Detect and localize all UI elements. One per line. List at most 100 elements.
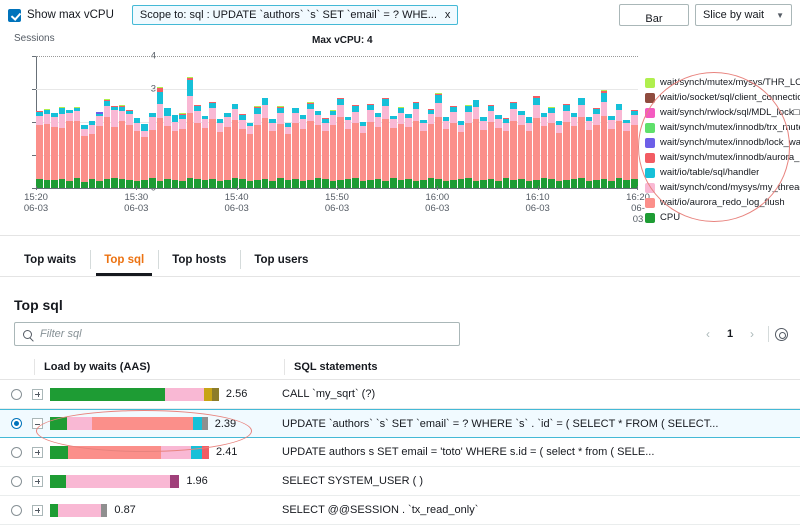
legend-item[interactable]: wait/synch/mutex/innodb/aurora_lock	[645, 151, 800, 164]
chart-bar[interactable]	[556, 121, 563, 188]
chart-bar[interactable]	[390, 116, 397, 188]
chart-bar[interactable]	[202, 116, 209, 188]
chart-bar[interactable]	[398, 107, 405, 188]
chart-bar[interactable]	[74, 107, 81, 188]
chart-bar[interactable]	[141, 124, 148, 188]
sql-statement-cell[interactable]: SELECT @@SESSION . `tx_read_only`	[272, 504, 800, 516]
row-radio-button[interactable]	[11, 418, 22, 429]
gear-icon[interactable]	[775, 328, 788, 341]
chart-bar[interactable]	[571, 113, 578, 188]
chart-bar[interactable]	[593, 108, 600, 188]
previous-page-button[interactable]: ‹	[698, 324, 718, 344]
scope-filter-pill[interactable]: Scope to: sql : UPDATE `authors` `s` SET…	[132, 5, 458, 25]
next-page-button[interactable]: ›	[742, 324, 762, 344]
chart-bar[interactable]	[578, 98, 585, 188]
chart-bar[interactable]	[533, 96, 540, 188]
legend-item[interactable]: CPU	[645, 211, 800, 224]
chart-bar[interactable]	[187, 77, 194, 188]
sql-statement-cell[interactable]: UPDATE `authors` `s` SET `email` = ? WHE…	[272, 418, 800, 430]
chart-bar[interactable]	[217, 119, 224, 188]
chart-bar[interactable]	[495, 115, 502, 188]
chart-bar[interactable]	[601, 90, 608, 188]
checkbox-box[interactable]	[8, 9, 21, 22]
chart-bar[interactable]	[473, 100, 480, 188]
expand-row-icon[interactable]	[32, 476, 43, 487]
chart-bar[interactable]	[157, 87, 164, 188]
row-radio-button[interactable]	[11, 389, 22, 400]
chart-bar[interactable]	[586, 117, 593, 188]
legend-item[interactable]: wait/synch/mutex/innodb/lock_wait_m	[645, 136, 800, 149]
chart-bar[interactable]	[277, 106, 284, 188]
chart-bar[interactable]	[345, 117, 352, 188]
chart-bar[interactable]	[510, 102, 517, 188]
chart-bar[interactable]	[541, 113, 548, 188]
table-row[interactable]: 0.87SELECT @@SESSION . `tx_read_only`	[0, 496, 800, 525]
chart-bar[interactable]	[405, 114, 412, 188]
chart-bar[interactable]	[239, 114, 246, 188]
table-row[interactable]: 2.39UPDATE `authors` `s` SET `email` = ?…	[0, 409, 800, 438]
row-radio-button[interactable]	[11, 447, 22, 458]
chart-bar[interactable]	[623, 120, 630, 188]
chart-bar[interactable]	[413, 102, 420, 188]
legend-item[interactable]: wait/synch/mutex/innodb/trx_mutex	[645, 121, 800, 134]
sql-statement-cell[interactable]: CALL `my_sqrt` (?)	[272, 388, 800, 400]
chart-bar[interactable]	[224, 113, 231, 188]
chart-bar[interactable]	[194, 105, 201, 188]
chart-bar[interactable]	[563, 104, 570, 188]
chart-bar[interactable]	[81, 125, 88, 188]
chart-bar[interactable]	[292, 108, 299, 188]
chart-bar[interactable]	[111, 106, 118, 188]
expand-row-icon[interactable]	[32, 505, 43, 516]
chart-bar[interactable]	[420, 120, 427, 188]
legend-item[interactable]: wait/io/aurora_redo_log_flush	[645, 196, 800, 209]
collapse-row-icon[interactable]	[32, 418, 43, 429]
chart-bar[interactable]	[443, 117, 450, 188]
chart-bar[interactable]	[262, 98, 269, 188]
chart-bar[interactable]	[435, 93, 442, 188]
tab-top-sql[interactable]: Top sql	[90, 243, 158, 276]
chart-bar[interactable]	[44, 109, 51, 188]
chart-type-select[interactable]: Bar ▼	[619, 4, 689, 26]
chart-bar[interactable]	[382, 98, 389, 188]
chart-bar[interactable]	[269, 119, 276, 188]
chart-bar[interactable]	[526, 117, 533, 188]
legend-item[interactable]: wait/synch/mutex/mysys/THR_LOCK□mu	[645, 76, 800, 89]
chart-bar[interactable]	[548, 107, 555, 188]
chart-bar[interactable]	[66, 110, 73, 189]
chart-bar[interactable]	[352, 105, 359, 188]
chart-bar[interactable]	[285, 123, 292, 188]
sql-statement-cell[interactable]: UPDATE authors s SET email = 'toto' WHER…	[272, 446, 800, 458]
chart-bar[interactable]	[322, 118, 329, 188]
chart-bar[interactable]	[518, 111, 525, 188]
chart-bar[interactable]	[172, 115, 179, 188]
chart-bar[interactable]	[367, 104, 374, 188]
chart-bar[interactable]	[616, 104, 623, 188]
page-number[interactable]: 1	[720, 324, 740, 344]
chart-bar[interactable]	[480, 117, 487, 188]
chart-bar[interactable]	[149, 113, 156, 188]
chart-bar[interactable]	[375, 113, 382, 188]
table-row[interactable]: 2.56CALL `my_sqrt` (?)	[0, 380, 800, 409]
chart-bar[interactable]	[337, 98, 344, 188]
chart-bar[interactable]	[209, 102, 216, 188]
show-max-vcpu-checkbox[interactable]: Show max vCPU	[8, 9, 114, 22]
chart-bar[interactable]	[608, 116, 615, 188]
tab-top-waits[interactable]: Top waits	[10, 243, 90, 276]
chart-bar[interactable]	[51, 113, 58, 188]
tab-top-users[interactable]: Top users	[240, 243, 322, 276]
chart-bar[interactable]	[232, 104, 239, 188]
chart-bar[interactable]	[59, 107, 66, 188]
slice-by-select[interactable]: Slice by wait ▼	[695, 4, 792, 26]
chart-bar[interactable]	[254, 106, 261, 188]
chart-bar[interactable]	[307, 102, 314, 188]
legend-item[interactable]: wait/io/socket/sql/client_connectio	[645, 91, 800, 104]
chart-bar[interactable]	[315, 111, 322, 188]
chart-bar[interactable]	[89, 121, 96, 188]
expand-row-icon[interactable]	[32, 389, 43, 400]
chart-bar[interactable]	[631, 110, 638, 188]
chart-bar[interactable]	[104, 99, 111, 188]
legend-item[interactable]: wait/io/table/sql/handler	[645, 166, 800, 179]
chart-bar[interactable]	[458, 121, 465, 188]
search-input[interactable]	[38, 327, 451, 341]
chart-bar[interactable]	[488, 105, 495, 188]
